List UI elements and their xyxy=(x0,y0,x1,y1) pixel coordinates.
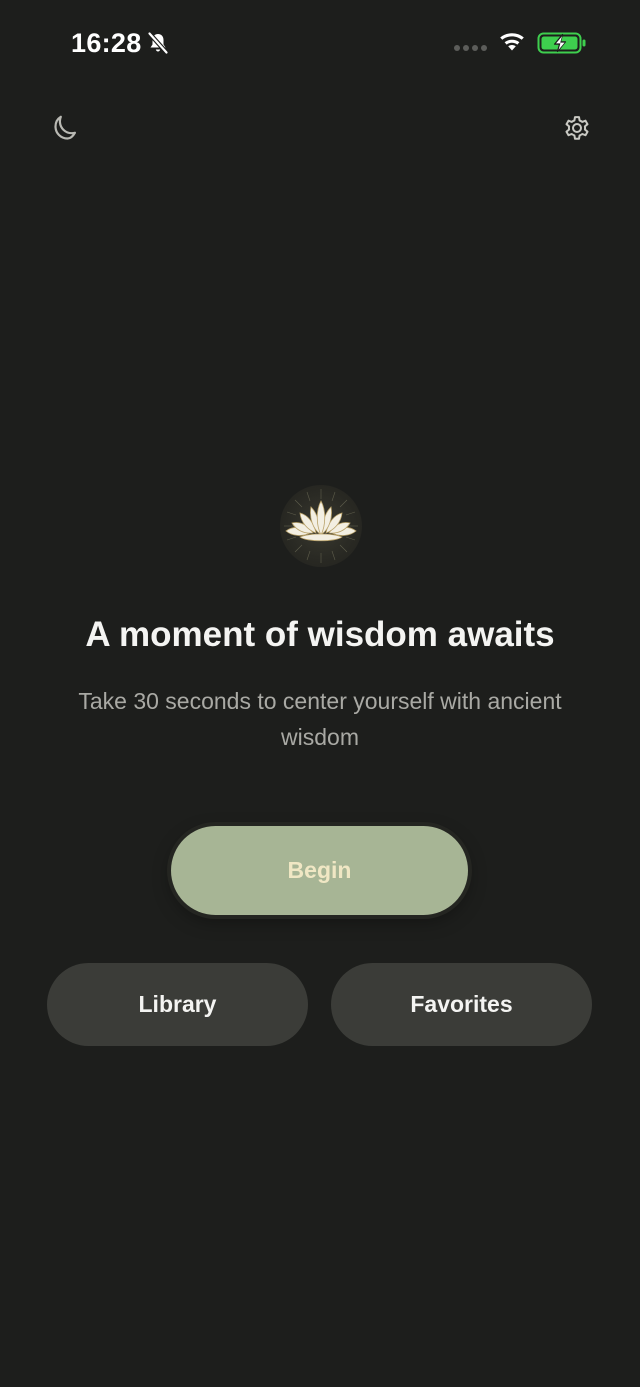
cellular-signal-icon xyxy=(454,45,488,53)
moon-icon[interactable] xyxy=(47,112,79,144)
begin-button[interactable]: Begin xyxy=(171,826,468,915)
page-subtitle: Take 30 seconds to center yourself with … xyxy=(78,688,562,750)
favorites-button[interactable]: Favorites xyxy=(331,963,592,1046)
battery-charging-icon xyxy=(537,32,586,54)
status-time: 16:28 xyxy=(71,28,142,58)
wifi-icon xyxy=(500,33,524,51)
lotus-icon xyxy=(280,485,362,567)
gear-icon[interactable] xyxy=(561,112,593,144)
page-title: A moment of wisdom awaits xyxy=(85,615,555,654)
bell-slash-icon xyxy=(147,31,169,55)
status-bar: 16:28 xyxy=(0,0,640,88)
library-button[interactable]: Library xyxy=(47,963,308,1046)
